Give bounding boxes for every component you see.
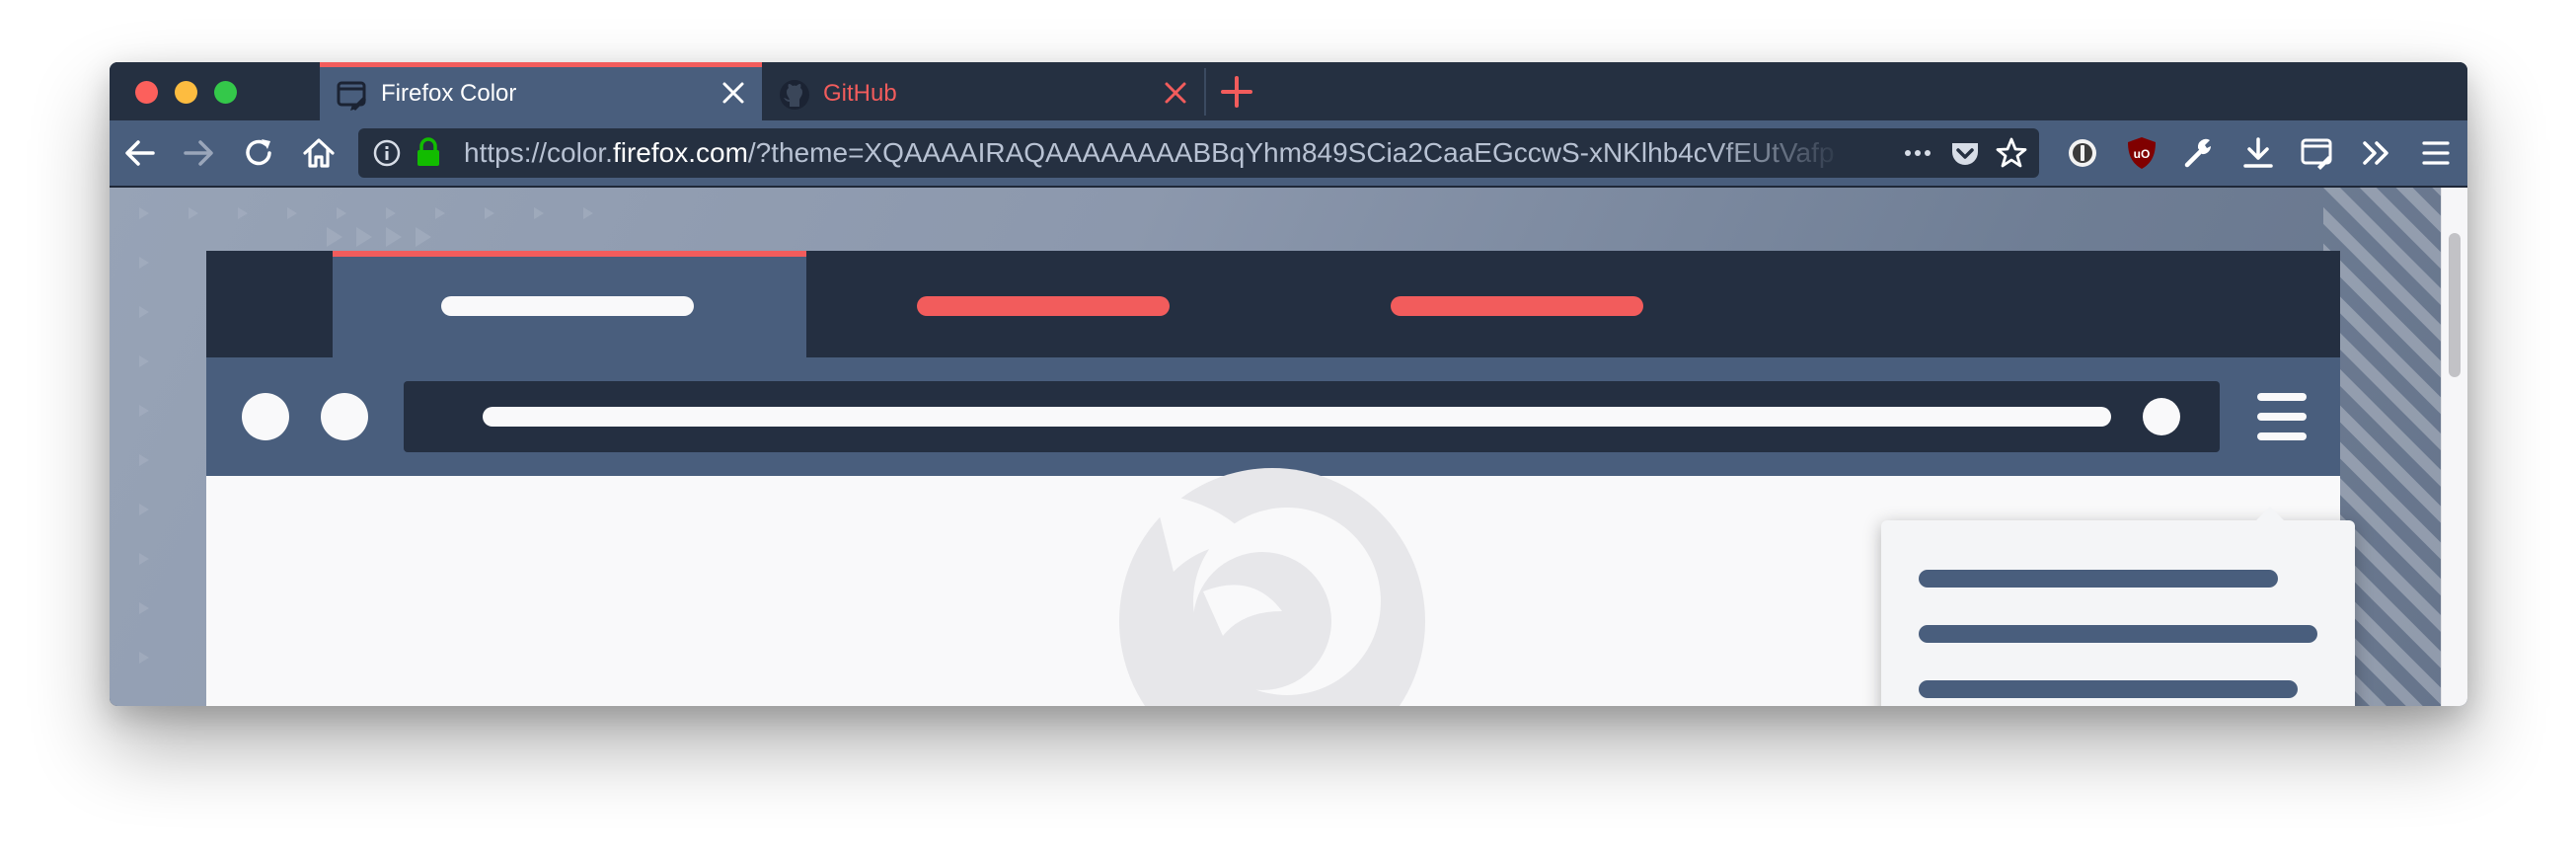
window-close-button[interactable] xyxy=(135,81,158,104)
github-icon xyxy=(780,80,809,110)
popup-menu-item[interactable] xyxy=(1919,680,2298,698)
url-bar[interactable]: https://color.firefox.com/?theme=XQAAAAI… xyxy=(358,128,2039,178)
ublock-label: uO xyxy=(2134,147,2151,161)
close-tab-icon[interactable] xyxy=(1163,80,1188,106)
url-path: /?theme=XQAAAAIRAQAAAAAAAABBqYhm849SCia2… xyxy=(747,137,1835,168)
navigation-toolbar: https://color.firefox.com/?theme=XQAAAAI… xyxy=(110,120,2467,188)
preview-forward-button[interactable] xyxy=(321,393,368,440)
more-actions-icon[interactable] xyxy=(1901,136,1934,170)
preview-back-button[interactable] xyxy=(242,393,289,440)
tab-title: Firefox Color xyxy=(381,80,517,107)
preview-menu-popup xyxy=(1881,507,2355,706)
preview-menu-icon[interactable] xyxy=(2257,393,2307,401)
firefox-color-toolbar-icon[interactable] xyxy=(2299,134,2336,172)
popup-menu-item[interactable] xyxy=(1919,570,2278,588)
wrench-icon[interactable] xyxy=(2180,134,2218,172)
tab-github[interactable]: GitHub xyxy=(762,62,1204,120)
preview-url-icon xyxy=(2143,398,2180,435)
tab-divider xyxy=(1204,68,1206,116)
preview-tab-text-bar[interactable] xyxy=(917,296,1170,316)
download-icon[interactable] xyxy=(2239,134,2277,172)
ublock-origin-icon[interactable]: uO xyxy=(2123,134,2160,172)
window-minimize-button[interactable] xyxy=(175,81,197,104)
forward-icon[interactable] xyxy=(180,134,217,172)
vertical-scrollbar[interactable] xyxy=(2441,188,2467,706)
tab-firefox-color[interactable]: Firefox Color xyxy=(320,62,762,120)
info-icon[interactable] xyxy=(372,138,402,168)
tab-strip: Firefox Color GitHub xyxy=(110,62,2467,120)
preview-menu-icon[interactable] xyxy=(2257,432,2307,440)
url-text[interactable]: https://color.firefox.com/?theme=XQAAAAI… xyxy=(464,137,1846,169)
popup-menu-item[interactable] xyxy=(1919,625,2317,643)
new-tab-plus-icon[interactable] xyxy=(1219,74,1254,110)
close-tab-icon[interactable] xyxy=(720,80,746,106)
bookmark-star-icon[interactable] xyxy=(1995,136,2028,170)
firefox-color-icon xyxy=(337,81,366,111)
preview-menu-icon[interactable] xyxy=(2257,413,2307,421)
page-content xyxy=(110,188,2467,706)
preview-tab-active[interactable] xyxy=(333,251,806,357)
home-icon[interactable] xyxy=(300,134,338,172)
onepassword-icon[interactable] xyxy=(2064,134,2101,172)
url-prefix: https://color. xyxy=(464,137,613,168)
window-maximize-button[interactable] xyxy=(214,81,237,104)
popup-arrow xyxy=(2254,507,2286,522)
firefox-logo-icon xyxy=(1119,468,1425,706)
tab-title: GitHub xyxy=(823,80,897,107)
preview-toolbar xyxy=(206,357,2340,476)
url-host: firefox.com xyxy=(612,137,748,168)
preview-tab-text-bar xyxy=(441,296,694,316)
hamburger-menu-icon[interactable] xyxy=(2417,134,2455,172)
preview-url-bar[interactable] xyxy=(404,381,2220,452)
back-icon[interactable] xyxy=(121,134,159,172)
browser-window: Firefox Color GitHub https://color.firef… xyxy=(110,62,2467,706)
reload-icon[interactable] xyxy=(240,134,277,172)
preview-tab-bar xyxy=(206,251,2340,357)
lock-icon xyxy=(417,137,439,166)
pocket-icon[interactable] xyxy=(1948,136,1982,170)
preview-url-text-bar xyxy=(483,407,2111,427)
scrollbar-thumb[interactable] xyxy=(2449,233,2461,377)
preview-tab-text-bar[interactable] xyxy=(1391,296,1643,316)
overflow-chevron-icon[interactable] xyxy=(2358,134,2395,172)
